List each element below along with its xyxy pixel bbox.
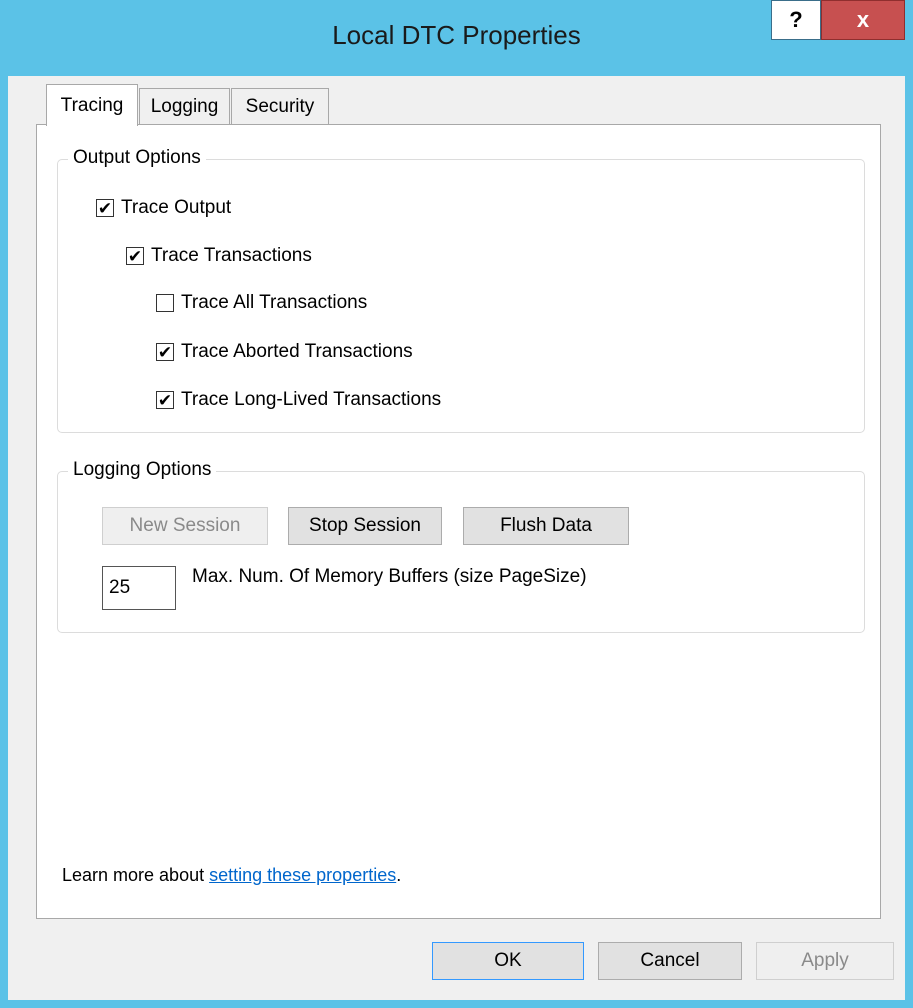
learn-more-link[interactable]: setting these properties	[209, 865, 396, 885]
trace-transactions-checkbox[interactable]: ✔	[126, 247, 144, 265]
tab-security[interactable]: Security	[231, 88, 329, 124]
ok-button[interactable]: OK	[432, 942, 584, 980]
trace-all-option[interactable]: Trace All Transactions	[156, 292, 367, 314]
trace-long-lived-checkbox[interactable]: ✔	[156, 391, 174, 409]
learn-more-text: Learn more about setting these propertie…	[62, 865, 401, 886]
new-session-button[interactable]: New Session	[102, 507, 268, 545]
close-button[interactable]: x	[821, 0, 905, 40]
trace-long-lived-label: Trace Long-Lived Transactions	[181, 389, 442, 410]
output-options-group: Output Options ✔ Trace Output ✔ Trace Tr…	[57, 147, 865, 433]
tracing-panel: Output Options ✔ Trace Output ✔ Trace Tr…	[36, 124, 881, 919]
stop-session-button[interactable]: Stop Session	[288, 507, 442, 545]
trace-all-label: Trace All Transactions	[181, 292, 368, 313]
memory-buffers-label: Max. Num. Of Memory Buffers (size PageSi…	[192, 566, 587, 587]
title-bar: Local DTC Properties ? x	[0, 0, 913, 76]
tab-tracing[interactable]: Tracing	[46, 84, 138, 126]
trace-aborted-checkbox[interactable]: ✔	[156, 343, 174, 361]
trace-aborted-label: Trace Aborted Transactions	[181, 341, 413, 362]
trace-output-option[interactable]: ✔ Trace Output	[96, 197, 231, 219]
trace-aborted-option[interactable]: ✔ Trace Aborted Transactions	[156, 341, 413, 363]
trace-transactions-option[interactable]: ✔ Trace Transactions	[126, 245, 312, 267]
logging-options-label: Logging Options	[68, 459, 217, 481]
cancel-button[interactable]: Cancel	[598, 942, 742, 980]
learn-more-suffix: .	[396, 865, 402, 885]
trace-transactions-label: Trace Transactions	[151, 245, 312, 266]
output-options-label: Output Options	[68, 147, 206, 169]
help-button[interactable]: ?	[771, 0, 821, 40]
tab-logging[interactable]: Logging	[139, 88, 230, 124]
memory-buffers-input[interactable]: 25	[102, 566, 176, 610]
apply-button[interactable]: Apply	[756, 942, 894, 980]
flush-data-button[interactable]: Flush Data	[463, 507, 629, 545]
learn-more-prefix: Learn more about	[62, 865, 210, 885]
dialog-body: Tracing Logging Security Output Options …	[8, 76, 905, 1000]
trace-long-lived-option[interactable]: ✔ Trace Long-Lived Transactions	[156, 389, 441, 411]
trace-all-checkbox[interactable]	[156, 294, 174, 312]
trace-output-checkbox[interactable]: ✔	[96, 199, 114, 217]
trace-output-label: Trace Output	[121, 197, 232, 218]
logging-options-group: Logging Options New Session Stop Session…	[57, 459, 865, 633]
